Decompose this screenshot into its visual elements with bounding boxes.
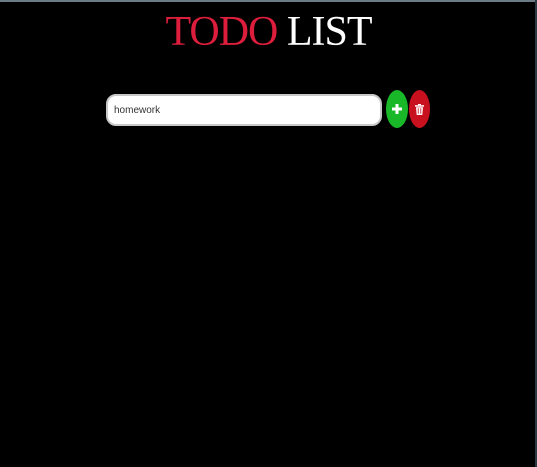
- delete-button[interactable]: [409, 90, 430, 128]
- todo-input[interactable]: [106, 94, 382, 126]
- title-word-todo: TODO: [165, 9, 278, 55]
- trash-icon: [415, 103, 424, 115]
- page-title: TODO LIST: [0, 8, 537, 56]
- plus-icon: [392, 104, 402, 114]
- title-word-list: LIST: [286, 9, 373, 55]
- window-top-border: [0, 0, 537, 2]
- add-button[interactable]: [386, 90, 408, 128]
